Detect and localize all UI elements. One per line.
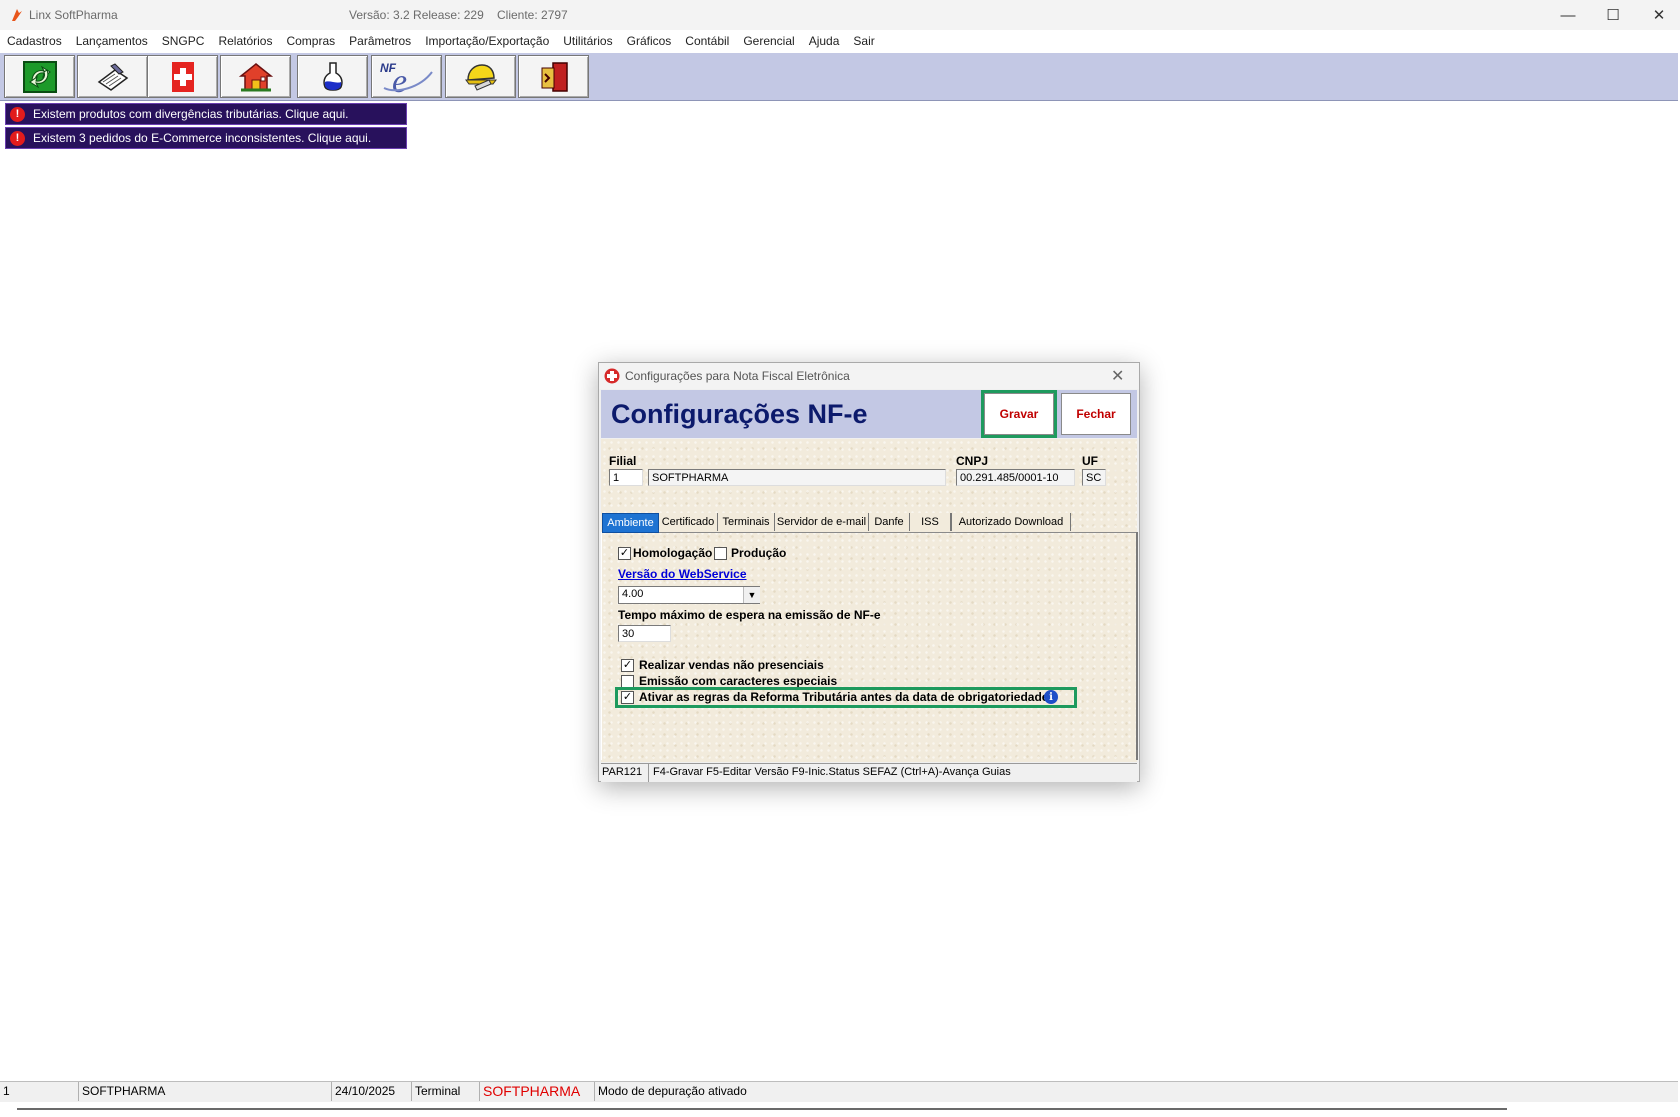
- tab-iss[interactable]: ISS: [910, 513, 951, 531]
- tab-strip: Ambiente Certificado Terminais Servidor …: [601, 513, 1137, 533]
- webservice-version-select[interactable]: 4.00 ▼: [618, 586, 760, 604]
- menu-cadastros[interactable]: Cadastros: [0, 34, 69, 48]
- status-date: 24/10/2025: [332, 1082, 412, 1101]
- dialog-close-icon[interactable]: ✕: [1111, 366, 1124, 386]
- home-icon: [238, 62, 273, 91]
- cnpj-label: CNPJ: [956, 454, 989, 468]
- tab-terminais[interactable]: Terminais: [718, 513, 775, 531]
- homologacao-checkbox[interactable]: ✓: [618, 547, 631, 560]
- filial-label: Filial: [609, 454, 637, 468]
- toolbar-button-refresh[interactable]: [4, 55, 75, 98]
- toolbar-button-helmet[interactable]: [445, 55, 516, 98]
- app-title: Linx SoftPharma: [29, 8, 118, 22]
- filial-code-field[interactable]: 1: [609, 469, 643, 486]
- cnpj-field: 00.291.485/0001-10: [956, 469, 1075, 486]
- tab-certificado[interactable]: Certificado: [659, 513, 718, 531]
- dialog-app-icon: [604, 368, 620, 384]
- dialog-titlebar: Configurações para Nota Fiscal Eletrônic…: [599, 363, 1139, 389]
- toolbar-button-home[interactable]: [220, 55, 291, 98]
- status-divider: [648, 764, 649, 782]
- window-titlebar: Linx SoftPharma Versão: 3.2 Release: 229…: [0, 0, 1680, 30]
- toolbar-button-nfe[interactable]: NF e: [371, 55, 442, 98]
- status-company: SOFTPHARMA: [79, 1082, 332, 1101]
- helmet-icon: [464, 63, 497, 91]
- nfe-config-dialog: Configurações para Nota Fiscal Eletrônic…: [598, 362, 1140, 782]
- close-window-button[interactable]: ✕: [1636, 0, 1680, 30]
- menu-importacao-exportacao[interactable]: Importação/Exportação: [418, 34, 556, 48]
- minimize-button[interactable]: —: [1545, 0, 1591, 30]
- pharmacy-cross-icon: [171, 61, 194, 92]
- menu-contabil[interactable]: Contábil: [678, 34, 736, 48]
- app-client: Cliente: 2797: [497, 8, 568, 22]
- dialog-title: Configurações para Nota Fiscal Eletrônic…: [625, 369, 850, 383]
- filial-name-field: SOFTPHARMA: [648, 469, 946, 486]
- menu-graficos[interactable]: Gráficos: [620, 34, 679, 48]
- refresh-icon: [22, 60, 57, 93]
- status-brand: SOFTPHARMA: [480, 1082, 595, 1101]
- tempo-field[interactable]: 30: [618, 625, 671, 642]
- toolbar-button-notes[interactable]: [77, 55, 148, 98]
- alert-icon: !: [10, 106, 25, 122]
- status-mode: Modo de depuração ativado: [598, 1084, 747, 1098]
- menu-gerencial[interactable]: Gerencial: [736, 34, 801, 48]
- toolbar-button-flask[interactable]: [297, 55, 368, 98]
- menu-sngpc[interactable]: SNGPC: [155, 34, 212, 48]
- vendas-checkbox[interactable]: ✓: [621, 659, 634, 672]
- uf-label: UF: [1082, 454, 1098, 468]
- dialog-statusbar: PAR121 F4-Gravar F5-Editar Versão F9-Ini…: [601, 763, 1137, 782]
- tab-autorizado-download[interactable]: Autorizado Download: [951, 513, 1071, 531]
- flask-icon: [322, 61, 343, 91]
- reforma-checkbox[interactable]: ✓: [621, 691, 634, 704]
- main-toolbar: NF e: [0, 53, 1678, 101]
- menu-relatorios[interactable]: Relatórios: [211, 34, 279, 48]
- menu-ajuda[interactable]: Ajuda: [802, 34, 847, 48]
- maximize-button[interactable]: ☐: [1590, 0, 1636, 30]
- alert-ecommerce-orders[interactable]: ! Existem 3 pedidos do E-Commerce incons…: [5, 127, 407, 149]
- nfe-icon: NF e: [380, 61, 433, 96]
- dialog-body: Filial 1 SOFTPHARMA CNPJ 00.291.485/0001…: [601, 439, 1138, 762]
- shortcut-hints: F4-Gravar F5-Editar Versão F9-Inic.Statu…: [653, 766, 1011, 778]
- alert-text: Existem 3 pedidos do E-Commerce inconsis…: [33, 131, 372, 145]
- menu-sair[interactable]: Sair: [846, 34, 881, 48]
- status-field-1: 1: [0, 1082, 79, 1101]
- producao-checkbox[interactable]: [714, 547, 727, 560]
- dialog-header: Configurações NF-e Gravar Fechar: [601, 390, 1137, 438]
- notes-icon: [97, 62, 128, 91]
- uf-field: SC: [1082, 469, 1106, 486]
- alert-tax-divergence[interactable]: ! Existem produtos com divergências trib…: [5, 103, 407, 125]
- toolbar-button-exit[interactable]: [518, 55, 589, 98]
- menu-bar: Cadastros Lançamentos SNGPC Relatórios C…: [0, 30, 1680, 52]
- menu-parametros[interactable]: Parâmetros: [342, 34, 418, 48]
- webservice-version-link[interactable]: Versão do WebService: [618, 567, 747, 581]
- dialog-heading: Configurações NF-e: [611, 399, 868, 429]
- exit-door-icon: [541, 61, 568, 92]
- especiais-label: Emissão com caracteres especiais: [639, 674, 838, 688]
- form-code: PAR121: [602, 766, 643, 778]
- fechar-button[interactable]: Fechar: [1061, 393, 1131, 435]
- toolbar-button-pharmacy[interactable]: [147, 55, 218, 98]
- gravar-button[interactable]: Gravar: [981, 390, 1057, 438]
- tab-ambiente[interactable]: Ambiente: [602, 513, 659, 533]
- app-statusbar: 1 SOFTPHARMA 24/10/2025 Terminal SOFTPHA…: [0, 1081, 1678, 1102]
- app-logo-icon: [12, 9, 22, 21]
- menu-utilitarios[interactable]: Utilitários: [556, 34, 619, 48]
- alert-text: Existem produtos com divergências tribut…: [33, 107, 349, 121]
- menu-compras[interactable]: Compras: [279, 34, 342, 48]
- tab-servidor-email[interactable]: Servidor de e-mail: [775, 513, 869, 531]
- webservice-version-value: 4.00: [622, 588, 644, 600]
- vendas-label: Realizar vendas não presenciais: [639, 658, 824, 672]
- bottom-progress-line: [17, 1108, 1507, 1110]
- tab-danfe[interactable]: Danfe: [869, 513, 910, 531]
- menu-lancamentos[interactable]: Lançamentos: [69, 34, 155, 48]
- alert-icon: !: [10, 130, 25, 146]
- status-terminal: Terminal: [412, 1082, 480, 1101]
- reforma-label: Ativar as regras da Reforma Tributária a…: [639, 690, 1049, 704]
- app-version: Versão: 3.2 Release: 229: [349, 8, 484, 22]
- producao-label: Produção: [731, 546, 787, 560]
- tempo-label: Tempo máximo de espera na emissão de NF-…: [618, 608, 881, 622]
- chevron-down-icon[interactable]: ▼: [743, 587, 760, 603]
- homologacao-label: Homologação: [633, 546, 713, 560]
- info-icon[interactable]: i: [1044, 690, 1058, 704]
